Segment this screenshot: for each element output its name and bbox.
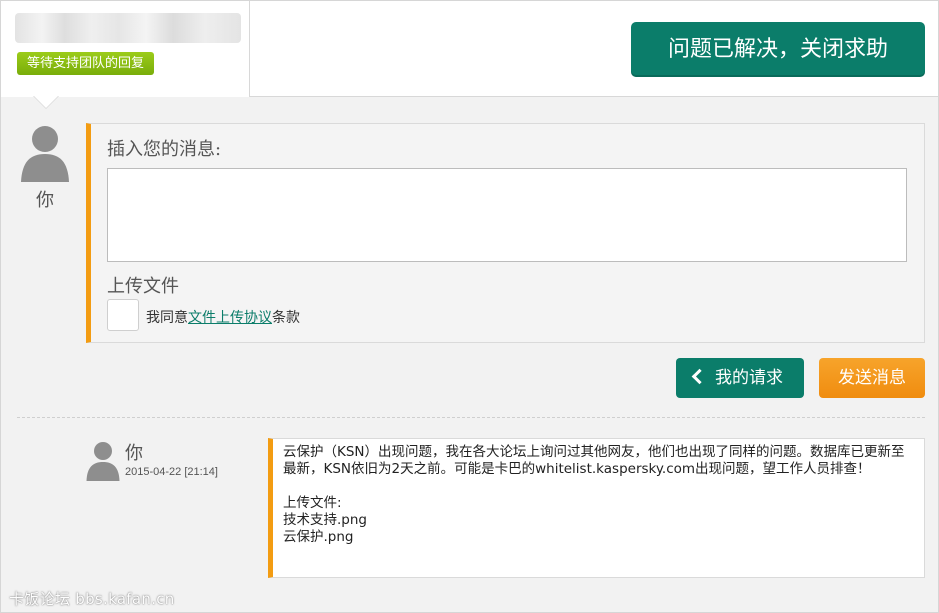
upload-agreement-link[interactable]: 文件上传协议 xyxy=(188,310,272,326)
agree-prefix: 我同意 xyxy=(146,310,188,326)
message-textarea[interactable] xyxy=(107,168,907,262)
agree-terms-text: 我同意文件上传协议条款 xyxy=(146,307,300,327)
ticket-title-blurred xyxy=(15,13,241,43)
agree-checkbox[interactable] xyxy=(107,299,139,331)
history-avatar-icon xyxy=(86,442,120,481)
ticket-summary-panel: 等待支持团队的回复 xyxy=(1,1,250,97)
history-uploads-label: 上传文件: xyxy=(283,495,342,511)
ticket-page: 等待支持团队的回复 问题已解决，关闭求助 你 插入您的消息: 上传文件 我同意文… xyxy=(0,0,939,613)
message-label: 插入您的消息: xyxy=(107,139,222,160)
section-divider xyxy=(17,417,925,418)
forum-watermark: 卡饭论坛 bbs.kafan.cn xyxy=(9,590,175,608)
upload-file-label: 上传文件 xyxy=(107,276,179,297)
send-message-button[interactable]: 发送消息 xyxy=(819,358,925,398)
my-requests-label: 我的请求 xyxy=(715,368,783,388)
attachment-link[interactable]: 技术支持.png xyxy=(283,512,914,529)
close-request-button[interactable]: 问题已解决，关闭求助 xyxy=(631,22,925,77)
attachment-link[interactable]: 云保护.png xyxy=(283,529,914,546)
history-timestamp: 2015-04-22 [21:14] xyxy=(125,466,218,478)
history-author-name: 你 xyxy=(125,443,143,464)
history-message-text: 云保护（KSN）出现问题，我在各大论坛上询问过其他网友，他们也出现了同样的问题。… xyxy=(283,444,905,477)
status-badge: 等待支持团队的回复 xyxy=(17,52,155,75)
user-avatar-icon xyxy=(21,126,69,182)
ticket-header: 等待支持团队的回复 问题已解决，关闭求助 xyxy=(1,1,938,97)
panel-pointer xyxy=(34,96,58,108)
composer-author-name: 你 xyxy=(36,190,54,211)
my-requests-button[interactable]: 我的请求 xyxy=(676,358,804,398)
history-message: 云保护（KSN）出现问题，我在各大论坛上询问过其他网友，他们也出现了同样的问题。… xyxy=(268,438,925,578)
chevron-left-icon xyxy=(691,368,708,385)
agree-suffix: 条款 xyxy=(272,310,300,326)
message-composer: 插入您的消息: 上传文件 我同意文件上传协议条款 xyxy=(86,123,925,343)
